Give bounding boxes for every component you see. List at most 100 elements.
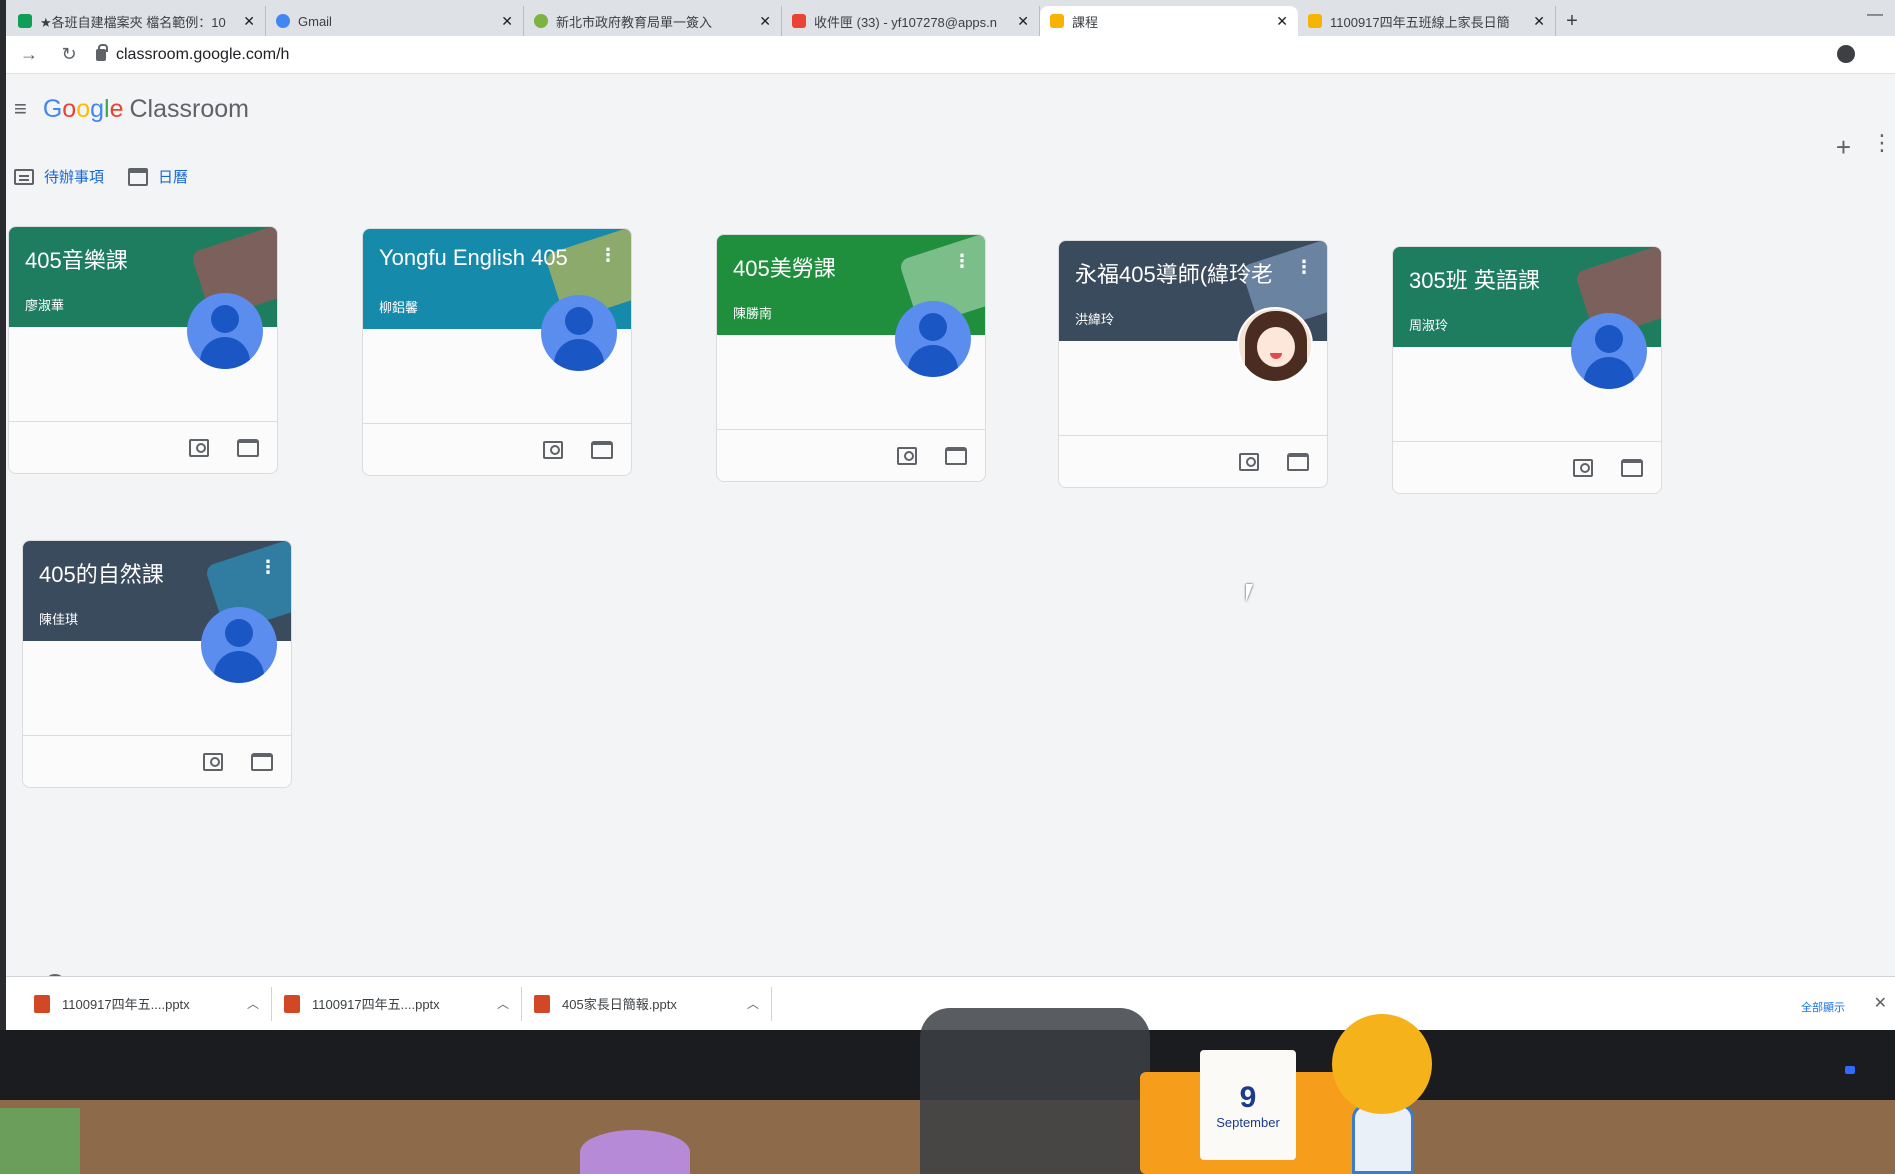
figurine-body <box>1352 1104 1414 1174</box>
class-card[interactable]: Yongfu English 405 ⋮ 柳鋁馨 <box>362 228 632 476</box>
folder-icon[interactable] <box>591 441 613 459</box>
url-text[interactable]: classroom.google.com/h <box>116 46 289 64</box>
close-icon[interactable]: ✕ <box>243 13 255 30</box>
more-options-icon[interactable]: ⋮ <box>1871 130 1893 156</box>
todo-list-icon <box>14 168 34 185</box>
teacher-name: 洪緯玲 <box>1075 312 1115 327</box>
sheet-icon <box>18 14 32 28</box>
teacher-photo-avatar <box>1237 307 1313 383</box>
powerpoint-file-icon <box>34 994 50 1013</box>
browser-tab[interactable]: Gmail ✕ <box>266 6 524 36</box>
download-item[interactable]: 405家長日簡報.pptx ︿ <box>534 986 772 1021</box>
plastic-bag <box>920 1008 1150 1174</box>
folder-icon[interactable] <box>1621 459 1643 477</box>
download-filename: 405家長日簡報.pptx <box>562 997 677 1012</box>
class-card-footer <box>363 423 631 475</box>
profile-icon[interactable] <box>1837 45 1855 63</box>
calendar-label: 日曆 <box>158 169 189 186</box>
browser-tab[interactable]: 新北市政府教育局單一簽入 ✕ <box>524 6 782 36</box>
hamburger-menu-icon[interactable]: ≡ <box>14 96 27 122</box>
more-vert-icon[interactable]: ⋮ <box>1295 257 1313 278</box>
class-card[interactable]: 405音樂課 廖淑華 <box>8 226 278 474</box>
download-filename: 1100917四年五....pptx <box>62 997 190 1012</box>
assignments-icon[interactable] <box>1239 453 1259 471</box>
app-header: ≡ Google Classroom <box>6 74 1895 144</box>
class-title[interactable]: 405音樂課 <box>25 243 128 275</box>
top-nav: 待辦事項 日曆 <box>14 166 188 187</box>
download-item[interactable]: 1100917四年五....pptx ︿ <box>284 986 522 1021</box>
todo-link[interactable]: 待辦事項 <box>14 166 104 187</box>
browser-tab[interactable]: 收件匣 (33) - yf107278@apps.n ✕ <box>782 6 1040 36</box>
chevron-up-icon[interactable]: ︿ <box>497 995 509 1012</box>
desk-calendar: 9 September <box>1200 1050 1296 1160</box>
browser-tab[interactable]: 1100917四年五班線上家長日簡 ✕ <box>1298 6 1556 36</box>
class-card[interactable]: 405的自然課 ⋮ 陳佳琪 <box>22 540 292 788</box>
lock-icon <box>96 43 108 61</box>
teacher-name: 周淑玲 <box>1409 318 1449 333</box>
avatar <box>201 607 277 683</box>
close-icon[interactable]: ✕ <box>759 13 771 30</box>
close-icon[interactable]: ✕ <box>1276 13 1288 30</box>
browser-toolbar: → ↻ classroom.google.com/h <box>6 36 1895 74</box>
folder-icon[interactable] <box>251 753 273 771</box>
avatar <box>1571 313 1647 389</box>
teacher-name: 陳勝南 <box>733 306 773 321</box>
calendar-month: September <box>1216 1114 1280 1130</box>
google-g-icon <box>276 14 290 28</box>
calendar-link[interactable]: 日曆 <box>128 166 188 187</box>
address-bar[interactable]: classroom.google.com/h <box>96 43 289 64</box>
add-class-button[interactable]: + <box>1836 132 1851 163</box>
folder-icon[interactable] <box>1287 453 1309 471</box>
class-title[interactable]: 永福405導師(緯玲老 <box>1075 257 1273 289</box>
folder-icon[interactable] <box>945 447 967 465</box>
calendar-icon <box>128 167 149 186</box>
download-item[interactable]: 1100917四年五....pptx ︿ <box>34 986 272 1021</box>
show-all-downloads-link[interactable]: 全部顯示 <box>1801 999 1845 1015</box>
classroom-icon <box>1050 14 1064 28</box>
avatar <box>895 301 971 377</box>
class-card[interactable]: 405美勞課 ⋮ 陳勝南 <box>716 234 986 482</box>
browser-tab-active[interactable]: 課程 ✕ <box>1040 6 1298 36</box>
chevron-up-icon[interactable]: ︿ <box>247 995 259 1012</box>
reload-icon[interactable]: ↻ <box>56 42 82 68</box>
assignments-icon[interactable] <box>1573 459 1593 477</box>
class-card[interactable]: 305班 英語課 周淑玲 <box>1392 246 1662 494</box>
tab-title: ★各班自建檔案夾 檔名範例：10 <box>40 14 226 30</box>
assignments-icon[interactable] <box>189 439 209 457</box>
more-vert-icon[interactable]: ⋮ <box>599 245 617 266</box>
chevron-up-icon[interactable]: ︿ <box>747 995 759 1012</box>
powerpoint-file-icon <box>534 994 550 1013</box>
folder-icon[interactable] <box>237 439 259 457</box>
close-icon[interactable]: ✕ <box>501 13 513 30</box>
class-title[interactable]: 405的自然課 <box>39 557 164 589</box>
google-classroom-logo[interactable]: Google Classroom <box>43 95 249 124</box>
class-card-footer <box>717 429 985 481</box>
new-tab-button[interactable]: + <box>1556 6 1588 36</box>
teacher-name: 陳佳琪 <box>39 612 79 627</box>
tab-title: 新北市政府教育局單一簽入 <box>556 14 713 30</box>
more-vert-icon[interactable]: ⋮ <box>259 557 277 578</box>
teacher-name: 柳鋁馨 <box>379 300 419 315</box>
minimize-icon[interactable]: — <box>1867 6 1883 24</box>
close-icon[interactable]: ✕ <box>1874 993 1887 1013</box>
class-card-footer <box>9 421 277 473</box>
assignments-icon[interactable] <box>543 441 563 459</box>
more-vert-icon[interactable]: ⋮ <box>953 251 971 272</box>
tab-title: 收件匣 (33) - yf107278@apps.n <box>814 14 998 30</box>
power-led-icon <box>1845 1066 1855 1074</box>
class-title[interactable]: 305班 英語課 <box>1409 263 1540 295</box>
assignments-icon[interactable] <box>203 753 223 771</box>
close-icon[interactable]: ✕ <box>1017 13 1029 30</box>
tab-title: 課程 <box>1072 14 1099 30</box>
assignments-icon[interactable] <box>897 447 917 465</box>
class-title[interactable]: Yongfu English 405 <box>379 245 568 271</box>
browser-tab[interactable]: ★各班自建檔案夾 檔名範例：10 ✕ <box>8 6 266 36</box>
class-title[interactable]: 405美勞課 <box>733 251 836 283</box>
forward-icon[interactable]: → <box>16 42 42 68</box>
class-card[interactable]: 永福405導師(緯玲老 ⋮ 洪緯玲 <box>1058 240 1328 488</box>
todo-label: 待辦事項 <box>44 169 105 186</box>
close-icon[interactable]: ✕ <box>1533 13 1545 30</box>
powerpoint-file-icon <box>284 994 300 1013</box>
teacher-name: 廖淑華 <box>25 298 65 313</box>
class-card-footer <box>1393 441 1661 493</box>
